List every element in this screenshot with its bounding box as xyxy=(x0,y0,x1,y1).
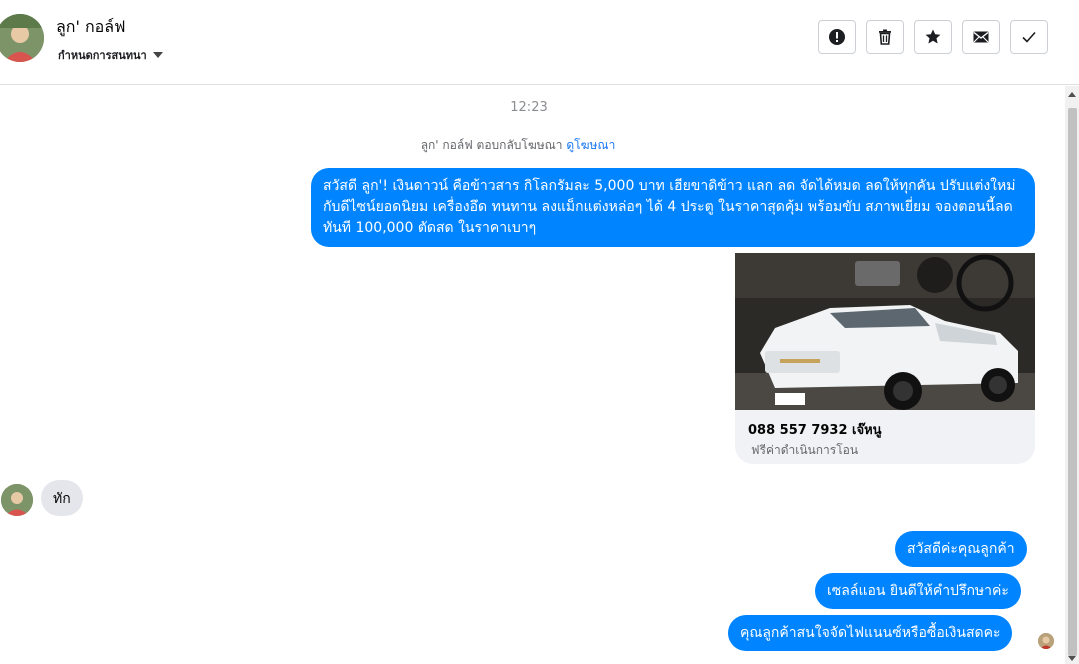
outgoing-reply-1: สวัสดีค่ะคุณลูกค้า xyxy=(895,531,1027,567)
ad-reply-text: ลูก' กอล์ฟ ตอบกลับโฆษณา xyxy=(420,138,563,152)
conversation-header: ลูก' กอล์ฟ กำหนดการสนทนา xyxy=(0,0,1079,85)
ad-card[interactable]: 088 557 7932 เจ๊หนู ฟรีค่าดำเนินการโอน xyxy=(735,253,1035,464)
caret-down-icon xyxy=(152,52,163,58)
scrollbar-thumb[interactable] xyxy=(1068,108,1077,656)
thread-scrollbar[interactable] xyxy=(1065,86,1079,664)
mark-spam-button[interactable] xyxy=(818,20,856,54)
outgoing-reply-2: เซลล์แอน ยินดีให้คำปรึกษาค่ะ xyxy=(815,573,1021,609)
alert-icon xyxy=(829,29,845,45)
scroll-up-icon[interactable] xyxy=(1068,92,1076,97)
delete-button[interactable] xyxy=(866,20,904,54)
contact-avatar-small xyxy=(1,484,33,516)
conversation-actions xyxy=(818,20,1048,54)
view-ad-link[interactable]: ดูโฆษณา xyxy=(566,138,615,152)
trash-icon xyxy=(879,29,891,45)
assign-conversation-dropdown[interactable]: กำหนดการสนทนา xyxy=(58,46,163,64)
mark-done-button[interactable] xyxy=(1010,20,1048,54)
ad-card-image xyxy=(735,253,1035,410)
contact-name: ลูก' กอล์ฟ xyxy=(56,17,126,36)
message-timestamp: 12:23 xyxy=(510,100,548,115)
outgoing-reply-3: คุณลูกค้าสนใจจัดไฟแนนซ์หรือซื้อเงินสดคะ xyxy=(728,615,1013,651)
incoming-message: ทัก xyxy=(41,480,83,516)
check-icon xyxy=(1022,31,1036,43)
star-button[interactable] xyxy=(914,20,952,54)
scroll-down-icon[interactable] xyxy=(1068,656,1076,661)
star-icon xyxy=(925,29,941,44)
contact-avatar[interactable] xyxy=(0,14,44,62)
seen-avatar xyxy=(1038,633,1054,649)
ad-card-subtitle: ฟรีค่าดำเนินการโอน xyxy=(751,443,859,457)
envelope-icon xyxy=(973,31,989,43)
mark-unread-button[interactable] xyxy=(962,20,1000,54)
message-thread: 12:23 ลูก' กอล์ฟ ตอบกลับโฆษณา ดูโฆษณา สว… xyxy=(0,86,1065,664)
ad-card-title: 088 557 7932 เจ๊หนู xyxy=(748,423,882,438)
ad-reply-note: ลูก' กอล์ฟ ตอบกลับโฆษณา ดูโฆษณา xyxy=(0,136,1036,155)
assign-label: กำหนดการสนทนา xyxy=(58,49,147,62)
outgoing-ad-message: สวัสดี ลูก'! เงินดาวน์ คือข้าวสาร กิโลกร… xyxy=(311,168,1035,247)
